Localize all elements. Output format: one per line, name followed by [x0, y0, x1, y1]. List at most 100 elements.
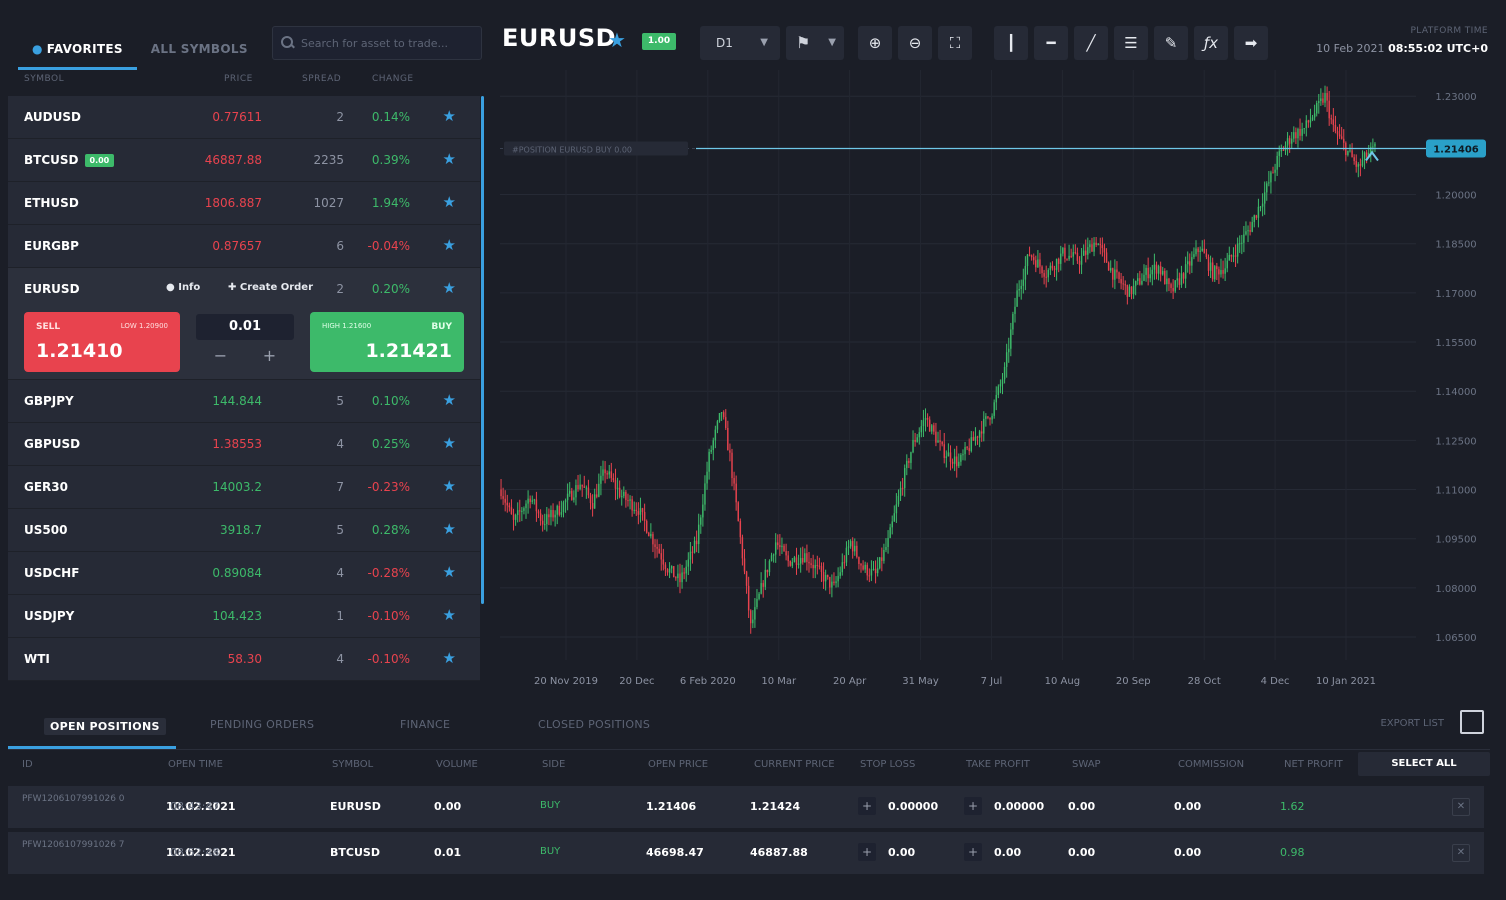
close-position-icon[interactable]: ✕	[1452, 844, 1470, 862]
col-symbol[interactable]: SYMBOL	[332, 759, 373, 770]
watchlist-row-usdchf[interactable]: USDCHF 0.89084 4 -0.28% ★	[8, 552, 480, 595]
col-volume[interactable]: VOLUME	[436, 759, 478, 770]
timeframe-select[interactable]: D1 ▼	[700, 26, 780, 60]
watchlist-row-btcusd[interactable]: BTCUSD 0.00 46887.88 2235 0.39% ★	[8, 139, 480, 182]
take-profit[interactable]: 0.00	[994, 846, 1021, 859]
col-commission[interactable]: COMMISSION	[1178, 759, 1244, 770]
col-take-profit[interactable]: TAKE PROFIT	[966, 759, 1030, 770]
select-all-button[interactable]: SELECT ALL	[1358, 752, 1490, 776]
expanded-row-eurusd[interactable]: EURUSD ● Info ✚ Create Order 2 0.20% ★ S…	[8, 268, 480, 380]
candle-body	[1155, 264, 1158, 274]
candle-body	[1122, 283, 1124, 285]
favorite-star-icon[interactable]: ★	[443, 606, 456, 624]
price-chart[interactable]: #POSITION EURUSD BUY 0.00 1.21406 1.23000…	[496, 70, 1496, 700]
add-stop-loss-button[interactable]: +	[858, 843, 876, 861]
volume-minus-button[interactable]: −	[214, 346, 227, 365]
close-position-icon[interactable]: ✕	[1452, 798, 1470, 816]
zoom-in-icon[interactable]: ⊕	[858, 26, 892, 60]
export-icon[interactable]	[1460, 710, 1484, 734]
tab-all-symbols[interactable]: ALL SYMBOLS	[137, 34, 262, 70]
watchlist-row-eurgbp[interactable]: EURGBP 0.87657 6 -0.04% ★	[8, 225, 480, 268]
volume-stepper[interactable]: 0.01 − +	[196, 314, 294, 370]
watchlist-row-wti[interactable]: WTI 58.30 4 -0.10% ★	[8, 638, 480, 681]
watchlist-row-audusd[interactable]: AUDUSD 0.77611 2 0.14% ★	[8, 96, 480, 139]
take-profit[interactable]: 0.00000	[994, 800, 1044, 813]
symbol-name: GBPUSD	[24, 437, 81, 451]
candle-body	[1305, 120, 1308, 129]
buy-button[interactable]: HIGH 1.21600 BUY 1.21421	[310, 312, 464, 372]
candle-body	[1085, 250, 1087, 255]
favorite-star-icon[interactable]: ★	[443, 520, 456, 538]
col-net-profit[interactable]: NET PROFIT	[1284, 759, 1343, 770]
candle-body	[976, 436, 979, 438]
horizontal-line-icon[interactable]: ━	[1034, 26, 1068, 60]
candle-body	[941, 441, 943, 445]
tab-pending-orders[interactable]: PENDING ORDERS	[210, 718, 314, 731]
col-side[interactable]: SIDE	[542, 759, 565, 770]
favorite-star-icon[interactable]: ★	[443, 434, 456, 452]
position-row[interactable]: PFW1206107991026 0 10.02.2021 08:43:47 EURU…	[8, 786, 1484, 828]
col-current-price[interactable]: CURRENT PRICE	[754, 759, 835, 770]
volume-value[interactable]: 0.01	[196, 314, 294, 340]
watchlist-scrollbar[interactable]	[481, 96, 484, 604]
candle-body	[945, 456, 948, 458]
watchlist-row-gbpusd[interactable]: GBPUSD 1.38553 4 0.25% ★	[8, 423, 480, 466]
favorite-star-icon[interactable]: ★	[443, 193, 456, 211]
chart-type-select[interactable]: ⚑ ▼	[786, 26, 844, 60]
watchlist-row-us500[interactable]: US500 3918.7 5 0.28% ★	[8, 509, 480, 552]
positions-table-header: ID OPEN TIME SYMBOL VOLUME SIDE OPEN PRI…	[8, 752, 1490, 778]
trend-line-icon[interactable]: ╱	[1074, 26, 1108, 60]
fx-indicator-icon[interactable]: ƒx	[1194, 26, 1228, 60]
tab-closed-positions[interactable]: CLOSED POSITIONS	[538, 718, 650, 731]
favorite-star-icon[interactable]: ★	[443, 477, 456, 495]
col-swap[interactable]: SWAP	[1072, 759, 1101, 770]
position-row[interactable]: PFW1206107991026 7 10.02.2021 08:52:48 BTCU…	[8, 832, 1484, 874]
candle-body	[681, 572, 683, 583]
channel-icon[interactable]: ☰	[1114, 26, 1148, 60]
search-box[interactable]	[272, 26, 482, 60]
favorite-star-icon[interactable]: ★	[443, 563, 456, 581]
favorite-star-icon[interactable]: ★	[443, 391, 456, 409]
zoom-out-icon[interactable]: ⊖	[898, 26, 932, 60]
crosshair-icon[interactable]: ┃	[994, 26, 1028, 60]
candle-body	[1101, 245, 1104, 249]
candle-body	[933, 425, 935, 432]
candle-body	[1334, 124, 1337, 132]
col-open-time[interactable]: OPEN TIME	[168, 759, 223, 770]
col-change: CHANGE	[372, 74, 414, 84]
favorite-star-icon[interactable]: ★	[608, 28, 626, 52]
add-take-profit-button[interactable]: +	[964, 797, 982, 815]
add-take-profit-button[interactable]: +	[964, 843, 982, 861]
info-button[interactable]: ● Info	[166, 282, 200, 293]
create-order-button[interactable]: ✚ Create Order	[228, 282, 313, 293]
tab-favorites[interactable]: ● FAVORITES	[18, 34, 137, 70]
candle-body	[931, 425, 933, 432]
candle-body	[920, 426, 923, 433]
chevron-down-icon: ▼	[828, 37, 836, 48]
watchlist-row-ger30[interactable]: GER30 14003.2 7 -0.23% ★	[8, 466, 480, 509]
col-id[interactable]: ID	[22, 759, 33, 770]
favorite-star-icon[interactable]: ★	[443, 107, 456, 125]
candle-body	[1261, 203, 1264, 207]
favorite-star-icon[interactable]: ★	[443, 279, 456, 297]
tab-finance[interactable]: FINANCE	[400, 718, 450, 731]
fit-screen-icon[interactable]: ⛶	[938, 26, 972, 60]
stop-loss[interactable]: 0.00000	[888, 800, 938, 813]
snapshot-icon[interactable]: ➡	[1234, 26, 1268, 60]
add-stop-loss-button[interactable]: +	[858, 797, 876, 815]
favorite-star-icon[interactable]: ★	[443, 649, 456, 667]
candle-body	[1095, 242, 1097, 245]
search-input[interactable]	[301, 36, 481, 50]
sell-button[interactable]: SELL LOW 1.20900 1.21410	[24, 312, 180, 372]
volume-plus-button[interactable]: +	[263, 346, 276, 365]
watchlist-row-ethusd[interactable]: ETHUSD 1806.887 1027 1.94% ★	[8, 182, 480, 225]
watchlist-row-gbpjpy[interactable]: GBPJPY 144.844 5 0.10% ★	[8, 380, 480, 423]
stop-loss[interactable]: 0.00	[888, 846, 915, 859]
col-open-price[interactable]: OPEN PRICE	[648, 759, 708, 770]
watchlist-row-usdjpy[interactable]: USDJPY 104.423 1 -0.10% ★	[8, 595, 480, 638]
ruler-icon[interactable]: ✎	[1154, 26, 1188, 60]
tab-open-positions[interactable]: OPEN POSITIONS	[44, 718, 166, 735]
favorite-star-icon[interactable]: ★	[443, 236, 456, 254]
col-stop-loss[interactable]: STOP LOSS	[860, 759, 915, 770]
favorite-star-icon[interactable]: ★	[443, 150, 456, 168]
